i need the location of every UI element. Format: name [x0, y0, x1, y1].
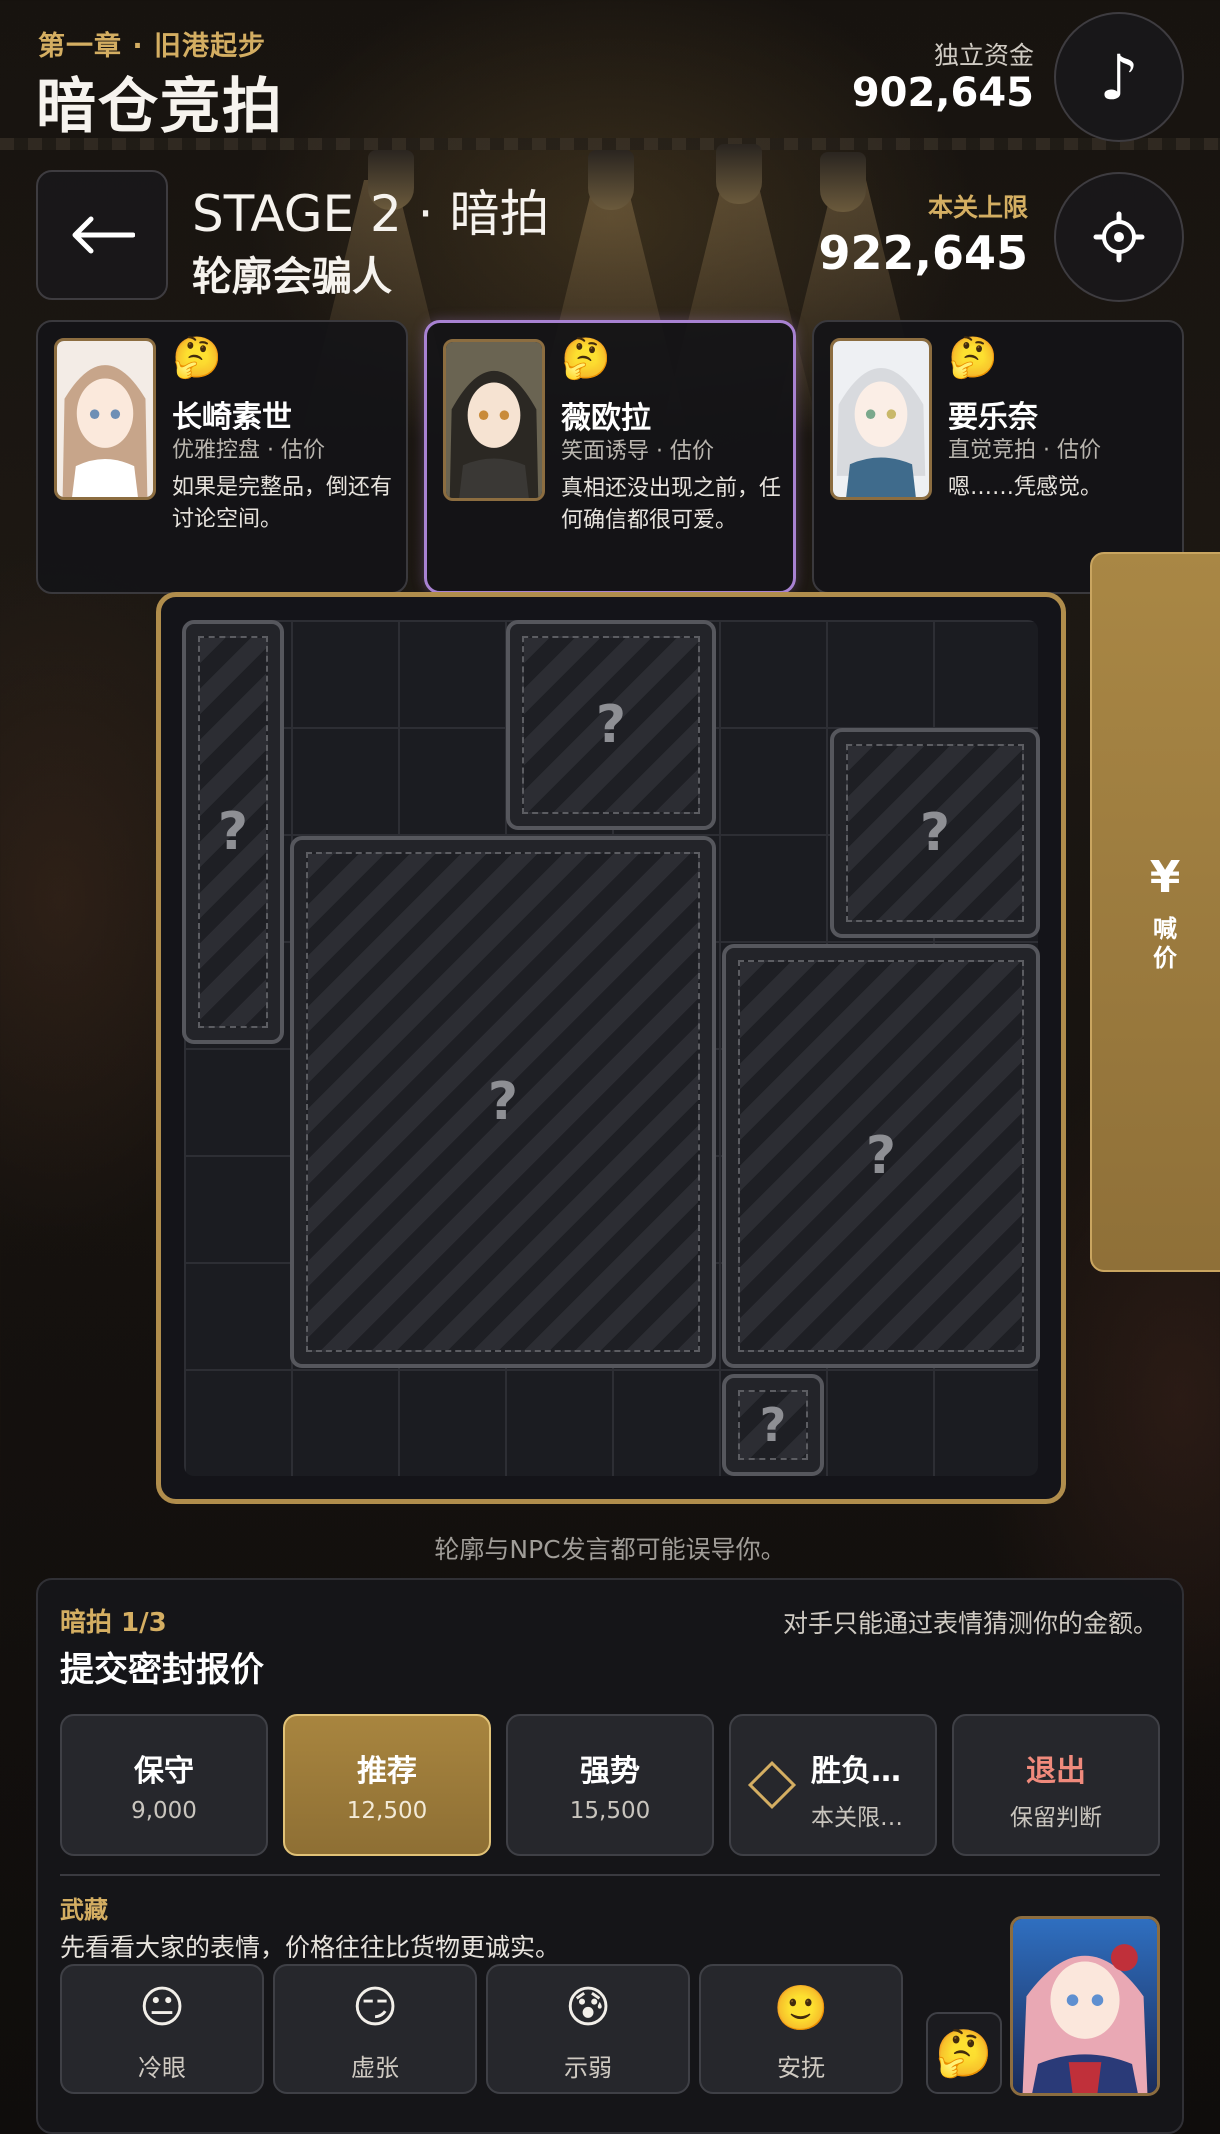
question-mark-icon: ? [217, 802, 249, 862]
diamond-icon [747, 1760, 797, 1810]
option-label: 推荐 [357, 1754, 417, 1789]
option-label: 胜负… [811, 1754, 901, 1789]
bid-button[interactable]: ¥ 喊价 [1090, 552, 1220, 1272]
bid-option-all-in[interactable]: 胜负… 本关限… [729, 1714, 937, 1856]
option-value: 保留判断 [1010, 1805, 1102, 1831]
question-mark-icon: ? [865, 1126, 897, 1186]
stage-label: STAGE 2 · 暗拍 [192, 185, 550, 243]
npc-portrait [830, 338, 932, 500]
option-value: 15,500 [569, 1798, 651, 1824]
neutral-face-icon: 😐 [139, 1982, 185, 2033]
question-mark-icon: ? [487, 1072, 519, 1132]
npc-card-viola[interactable]: 🤔 薇欧拉 笑面诱导 · 估价 真相还没出现之前，任何确信都很可爱。 [424, 320, 796, 594]
option-value: 本关限… [811, 1805, 903, 1831]
yen-icon: ¥ [1149, 851, 1181, 903]
hidden-item-piece[interactable]: ? [830, 728, 1040, 938]
npc-portrait [54, 338, 156, 500]
question-mark-icon: ? [595, 695, 627, 755]
speaker-line: 先看看大家的表情，价格往往比货物更诚实。 [60, 1933, 561, 1962]
emote-label: 示弱 [564, 2054, 612, 2082]
round-indicator: 暗拍 1/3 [60, 1608, 167, 1638]
emote-soothe[interactable]: 🙂 安抚 [699, 1964, 903, 2094]
emote-label: 安抚 [777, 2054, 825, 2082]
stage-light [588, 150, 634, 210]
funds-label: 独立资金 [933, 41, 1034, 70]
music-note-icon: ♪ [1099, 40, 1139, 114]
npc-role: 直觉竞拍 · 估价 [948, 438, 1101, 463]
panel-divider [60, 1874, 1160, 1876]
emote-cold[interactable]: 😐 冷眼 [60, 1964, 264, 2094]
smirk-face-icon: 😏 [352, 1982, 398, 2033]
page-title: 暗仓竞拍 [36, 72, 284, 142]
npc-quote: 如果是完整品，倒还有讨论空间。 [172, 475, 393, 532]
panel-hint: 对手只能通过表情猜测你的金额。 [782, 1609, 1158, 1638]
npc-name: 长崎素世 [172, 400, 292, 435]
npc-role: 优雅控盘 · 估价 [172, 438, 325, 463]
bid-option-aggressive[interactable]: 强势 15,500 [506, 1714, 714, 1856]
thinking-emoji: 🤔 [561, 336, 611, 382]
option-label: 退出 [1026, 1754, 1086, 1789]
npc-name: 薇欧拉 [561, 401, 651, 436]
hidden-item-piece[interactable]: ? [182, 620, 284, 1044]
limit-label: 本关上限 [927, 193, 1028, 222]
hidden-item-piece[interactable]: ? [290, 836, 716, 1368]
funds-value: 902,645 [851, 70, 1034, 116]
npc-quote: 嗯……凭感觉。 [948, 475, 1103, 500]
npc-quote: 真相还没出现之前，任何确信都很可爱。 [561, 476, 782, 533]
npc-portrait [443, 339, 545, 501]
option-value: 12,500 [346, 1798, 428, 1824]
back-button[interactable] [36, 170, 168, 300]
settings-button[interactable] [1054, 172, 1184, 302]
emote-bluff[interactable]: 😏 虚张 [273, 1964, 477, 2094]
thinking-emoji: 🤔 [948, 335, 998, 381]
question-mark-icon: ? [919, 803, 951, 863]
question-mark-icon: ? [759, 1398, 787, 1452]
bid-option-conservative[interactable]: 保守 9,000 [60, 1714, 268, 1856]
bid-label: 喊价 [1153, 914, 1177, 972]
emote-label: 冷眼 [138, 2054, 186, 2082]
panel-title: 提交密封报价 [60, 1650, 264, 1690]
hidden-item-piece[interactable]: ? [506, 620, 716, 830]
speaker-name: 武藏 [60, 1896, 108, 1924]
bid-option-recommended[interactable]: 推荐 12,500 [283, 1714, 491, 1856]
hidden-item-piece[interactable]: ? [722, 944, 1040, 1368]
limit-value: 922,645 [818, 226, 1028, 280]
bid-option-exit[interactable]: 退出 保留判断 [952, 1714, 1160, 1856]
option-value: 9,000 [131, 1798, 197, 1824]
stage-light [820, 152, 866, 212]
npc-card-soyo[interactable]: 🤔 长崎素世 优雅控盘 · 估价 如果是完整品，倒还有讨论空间。 [36, 320, 408, 594]
music-button[interactable]: ♪ [1054, 12, 1184, 142]
emote-weak[interactable]: 😰 示弱 [486, 1964, 690, 2094]
anxious-face-icon: 😰 [565, 1982, 611, 2033]
player-avatar[interactable] [1010, 1916, 1160, 2096]
gear-icon [1093, 211, 1145, 263]
option-label: 强势 [580, 1754, 640, 1789]
stage-subtitle: 轮廓会骗人 [192, 254, 392, 300]
emote-label: 虚张 [351, 2054, 399, 2082]
npc-role: 笑面诱导 · 估价 [561, 439, 714, 464]
option-label: 保守 [134, 1754, 194, 1789]
thinking-emoji-button[interactable]: 🤔 [926, 2012, 1002, 2094]
npc-name: 要乐奈 [948, 400, 1038, 435]
board-hint: 轮廓与NPC发言都可能误导你。 [434, 1535, 786, 1564]
smile-face-icon: 🙂 [773, 1983, 829, 2034]
hidden-item-piece[interactable]: ? [722, 1374, 824, 1476]
thinking-emoji: 🤔 [172, 335, 222, 381]
stage-light [716, 144, 762, 204]
arrow-left-icon [72, 216, 135, 254]
